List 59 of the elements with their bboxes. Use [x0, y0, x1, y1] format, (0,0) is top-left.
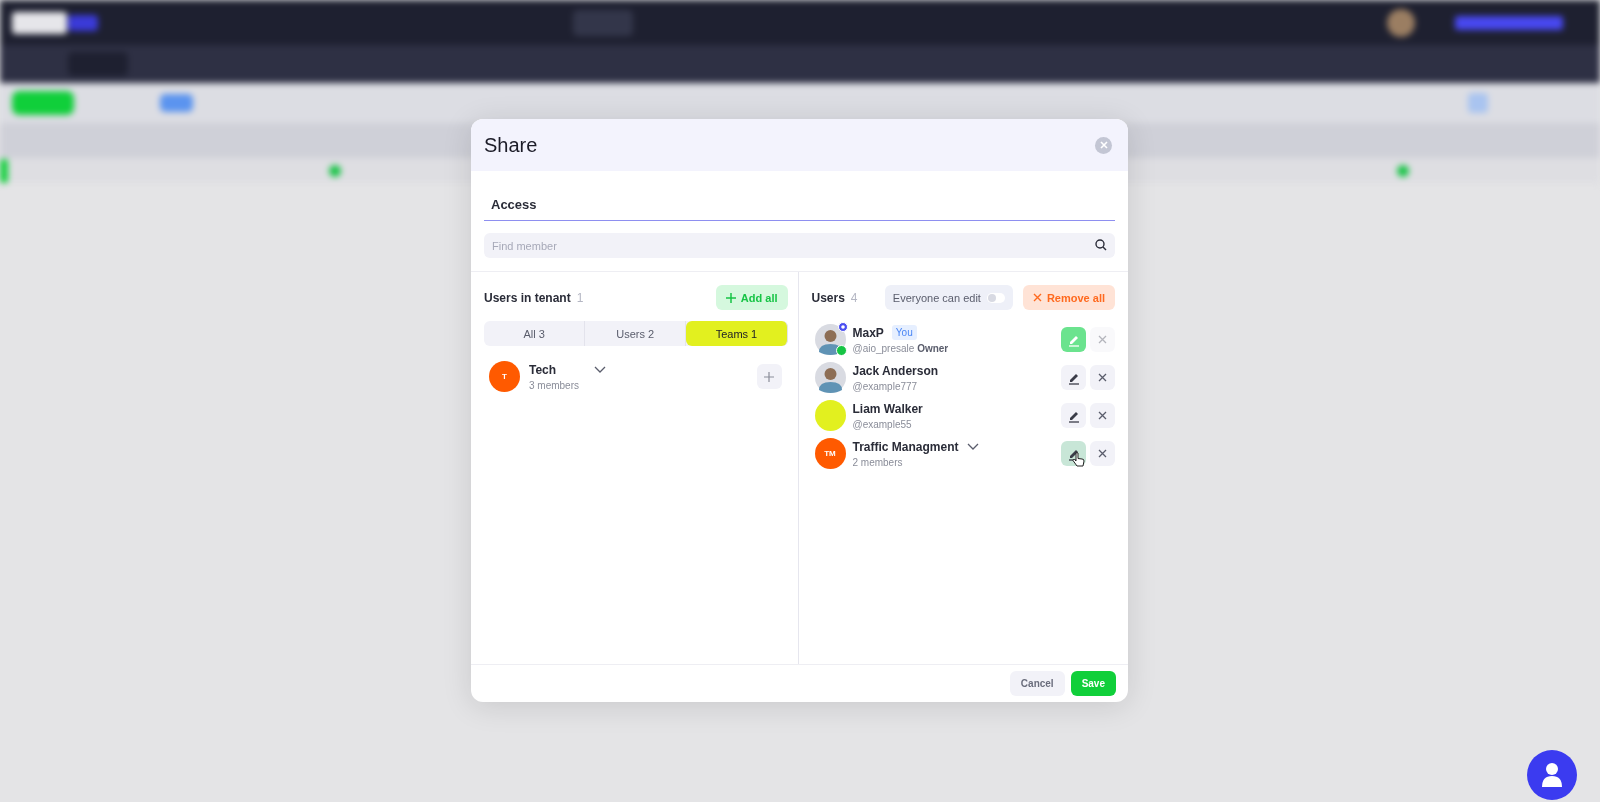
- plus-icon: [725, 292, 736, 303]
- you-tag: You: [891, 325, 917, 340]
- hand-cursor-icon: [1071, 452, 1086, 467]
- user-name: Liam Walker: [852, 401, 923, 416]
- tab[interactable]: Access: [484, 189, 544, 220]
- edit-button[interactable]: [1061, 365, 1086, 390]
- user-avatar[interactable]: [1387, 8, 1415, 37]
- search-icon: [1095, 239, 1107, 251]
- member-count: 3 members: [529, 379, 580, 391]
- user-handle: @example55: [852, 418, 913, 430]
- chat-button[interactable]: [1527, 750, 1577, 800]
- team-name: Tech: [529, 362, 557, 377]
- logo-icon: [12, 11, 98, 34]
- filter-tab[interactable]: Teams 1: [686, 321, 788, 346]
- remove-button[interactable]: [1090, 365, 1115, 390]
- member-count: 2 members: [852, 456, 904, 468]
- edit-button[interactable]: [1061, 441, 1086, 466]
- count-label: 4: [850, 290, 858, 305]
- team-name: Traffic Managment: [852, 439, 959, 454]
- online-status-dot: [835, 345, 847, 356]
- close-icon: [1032, 293, 1042, 302]
- view-toggle[interactable]: [1468, 93, 1488, 113]
- remove-button[interactable]: [1090, 403, 1115, 428]
- section-title: Users: [811, 290, 845, 305]
- filter-tab[interactable]: All 3: [484, 321, 586, 346]
- close-icon: [1098, 449, 1107, 458]
- search-field[interactable]: Find member: [484, 233, 1115, 258]
- navigation-tab[interactable]: [68, 52, 128, 76]
- edit-button[interactable]: [1061, 403, 1086, 428]
- add-button[interactable]: [756, 364, 782, 389]
- user-handle: @aio_presale Owner: [852, 343, 949, 354]
- count-label: 1: [576, 290, 584, 305]
- team-avatar: T: [489, 361, 520, 392]
- navigation-tab[interactable]: [573, 9, 633, 36]
- create-button[interactable]: [12, 91, 74, 115]
- cancel-button[interactable]: Cancel: [1009, 671, 1065, 696]
- row-selection-marker: [0, 158, 8, 183]
- user-handle: @example777: [852, 380, 919, 392]
- close-icon: [1098, 411, 1107, 420]
- dialog-title: Share: [484, 133, 538, 157]
- chevron-down-icon: [594, 366, 607, 373]
- person-icon: [1541, 762, 1563, 788]
- status-dot: [1397, 164, 1409, 177]
- team-avatar: TM: [814, 438, 846, 469]
- user-name: Jack Anderson: [852, 363, 939, 378]
- badge-icon: [837, 322, 848, 332]
- switch[interactable]: [986, 292, 1005, 303]
- plus-icon: [764, 371, 774, 382]
- user-name: MaxP: [852, 325, 884, 340]
- everyone-can-edit-toggle[interactable]: Everyone can edit: [884, 285, 1013, 310]
- close-icon: [1098, 335, 1107, 344]
- filter-chip[interactable]: [160, 94, 193, 112]
- close-button[interactable]: [1095, 136, 1112, 154]
- close-icon: [1099, 141, 1108, 149]
- section-title: Users in tenant: [484, 290, 571, 305]
- status-dot: [329, 164, 341, 177]
- remove-button[interactable]: [1090, 441, 1115, 466]
- close-icon: [1098, 373, 1107, 382]
- chevron-down-icon: [966, 443, 979, 450]
